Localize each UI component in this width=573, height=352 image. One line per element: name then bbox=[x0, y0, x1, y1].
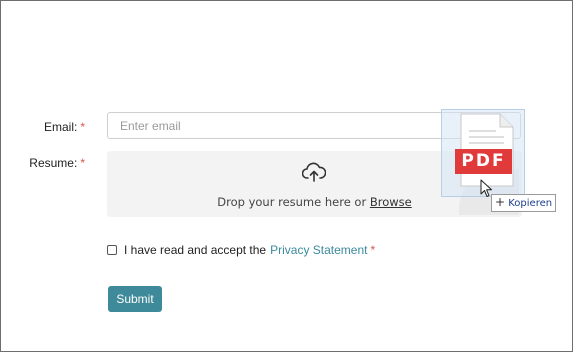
form-container: Email:* Resume:* Drop your resume here o… bbox=[0, 0, 573, 352]
copy-tooltip: + Kopieren bbox=[491, 194, 557, 212]
cloud-upload-icon bbox=[302, 162, 326, 182]
consent-text: I have read and accept the bbox=[124, 243, 267, 257]
browse-link[interactable]: Browse bbox=[370, 195, 412, 209]
privacy-consent-row: I have read and accept the Privacy State… bbox=[107, 241, 375, 259]
required-marker: * bbox=[80, 120, 85, 134]
submit-button[interactable]: Submit bbox=[108, 286, 162, 312]
resume-label: Resume: * bbox=[29, 156, 85, 170]
required-marker: * bbox=[370, 243, 376, 257]
privacy-statement-link[interactable]: Privacy Statement bbox=[270, 243, 367, 257]
privacy-checkbox[interactable] bbox=[107, 245, 117, 255]
pdf-badge: PDF bbox=[455, 149, 512, 174]
required-marker: * bbox=[80, 156, 85, 170]
email-label: Email: * bbox=[43, 120, 85, 134]
